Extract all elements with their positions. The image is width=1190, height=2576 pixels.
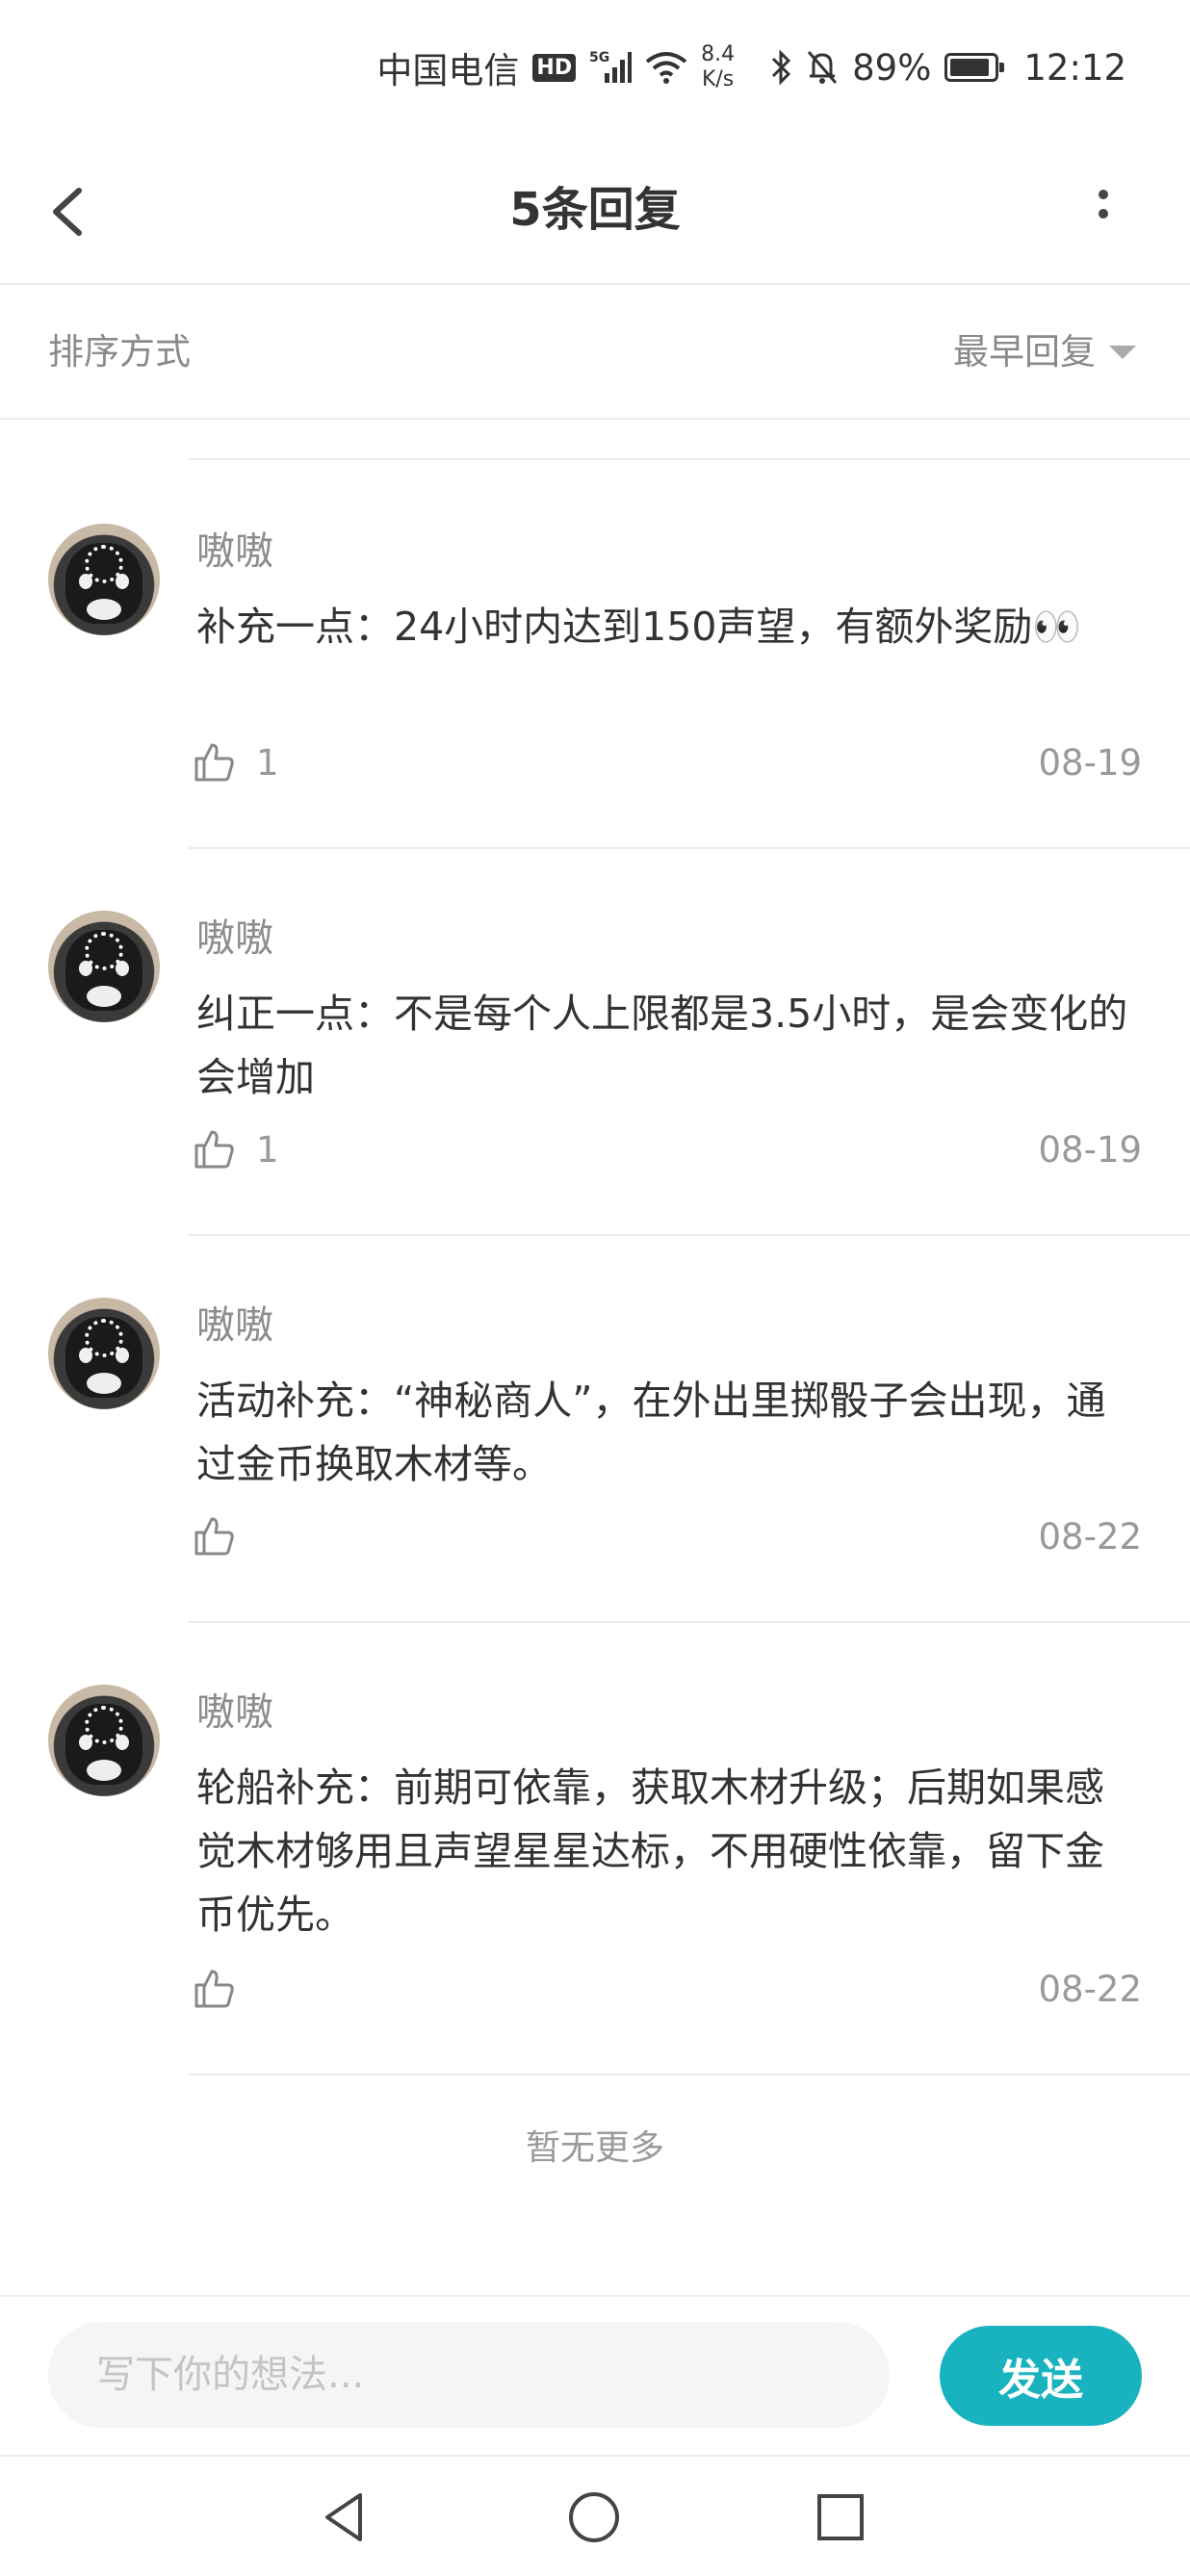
network-label: 5G <box>589 50 609 65</box>
speed-value: 8.4 <box>701 42 736 66</box>
reply-actions: 1 08-19 <box>191 739 1142 786</box>
circle-home-icon <box>569 2492 619 2542</box>
reply-date: 08-19 <box>1038 1128 1142 1171</box>
nav-home-button[interactable] <box>562 2486 626 2549</box>
username[interactable]: 嗷嗷 <box>196 1681 273 1737</box>
reply-item: 嗷嗷 纠正一点：不是每个人上限都是3.5小时，是会变化的会增加 1 08-19 <box>0 847 1190 1236</box>
like-button[interactable]: 1 <box>191 1126 279 1172</box>
more-vertical-icon <box>1099 190 1108 219</box>
thumbs-up-icon <box>194 1130 234 1169</box>
more-options-button[interactable] <box>1084 175 1123 245</box>
caret-down-icon <box>1109 346 1136 359</box>
reply-date: 08-19 <box>1038 741 1142 784</box>
app-header: 5条回复 <box>0 135 1190 285</box>
reply-item: 嗷嗷 补充一点：24小时内达到150声望，有额外奖励👀 1 08-19 <box>0 460 1190 849</box>
like-count: 1 <box>256 741 279 784</box>
like-button[interactable]: 1 <box>191 739 279 786</box>
page-title: 5条回复 <box>509 183 681 237</box>
hd-icon: HD <box>532 53 577 82</box>
wifi-icon <box>645 50 687 85</box>
thumbs-up-icon <box>194 1970 234 2008</box>
thumbs-up-icon <box>194 1517 234 1556</box>
avatar[interactable] <box>48 524 160 635</box>
battery-icon <box>944 53 1005 82</box>
like-button[interactable] <box>191 1966 256 2012</box>
reply-date: 08-22 <box>1038 1968 1142 2010</box>
bluetooth-icon <box>769 49 792 86</box>
like-button[interactable] <box>191 1513 256 1559</box>
send-button[interactable]: 发送 <box>940 2326 1142 2426</box>
signal-icon: 5G <box>589 48 633 87</box>
speed-unit: K/s <box>701 67 735 91</box>
reply-text: 活动补充：“神秘商人”，在外出里掷骰子会出现，通过金币换取木材等。 <box>196 1378 1106 1487</box>
clock: 12:12 <box>1023 46 1126 89</box>
reply-actions: 08-22 <box>191 1513 1142 1559</box>
reply-text: 补充一点：24小时内达到150声望，有额外奖励👀 <box>196 604 1082 650</box>
username[interactable]: 嗷嗷 <box>196 907 273 963</box>
sort-label: 排序方式 <box>48 331 191 373</box>
sort-bar: 排序方式 最早回复 <box>0 285 1190 420</box>
reply-date: 08-22 <box>1038 1515 1142 1558</box>
sort-dropdown[interactable]: 最早回复 <box>953 285 1136 420</box>
reply-text: 纠正一点：不是每个人上限都是3.5小时，是会变化的会增加 <box>196 991 1128 1100</box>
status-bar: 中国电信 HD 5G 8.4 K/s 89% 12:12 <box>0 0 1190 135</box>
divider <box>189 2074 1190 2075</box>
mute-bell-icon <box>806 49 839 86</box>
nav-back-button[interactable] <box>314 2486 377 2549</box>
reply-item: 嗷嗷 轮船补充：前期可依靠，获取木材升级；后期如果感觉木材够用且声望星星达标，不… <box>0 1621 1190 2075</box>
square-recents-icon <box>817 2494 864 2540</box>
avatar[interactable] <box>48 1685 160 1796</box>
reply-input[interactable] <box>48 2322 890 2428</box>
reply-composer: 发送 <box>0 2295 1190 2455</box>
triangle-back-icon <box>325 2493 362 2541</box>
avatar[interactable] <box>48 911 160 1022</box>
network-speed: 8.4 K/s <box>701 42 735 92</box>
thumbs-up-icon <box>194 743 234 782</box>
username[interactable]: 嗷嗷 <box>196 1294 273 1350</box>
carrier-label: 中国电信 <box>376 50 520 91</box>
reply-text: 轮船补充：前期可依靠，获取木材升级；后期如果感觉木材够用且声望星星达标，不用硬性… <box>196 1765 1104 1938</box>
reply-item: 嗷嗷 活动补充：“神秘商人”，在外出里掷骰子会出现，通过金币换取木材等。 08-… <box>0 1234 1190 1623</box>
battery-percent: 89% <box>852 46 932 89</box>
avatar[interactable] <box>48 1298 160 1409</box>
nav-recents-button[interactable] <box>809 2486 872 2549</box>
no-more-label: 暂无更多 <box>525 2128 664 2168</box>
like-count: 1 <box>256 1128 279 1171</box>
system-nav-bar <box>0 2455 1190 2576</box>
reply-actions: 1 08-19 <box>191 1126 1142 1172</box>
reply-list: 嗷嗷 补充一点：24小时内达到150声望，有额外奖励👀 1 08-19 嗷嗷 纠… <box>0 460 1190 2075</box>
sort-value: 最早回复 <box>953 331 1096 373</box>
username[interactable]: 嗷嗷 <box>196 520 273 576</box>
reply-actions: 08-22 <box>191 1966 1142 2012</box>
